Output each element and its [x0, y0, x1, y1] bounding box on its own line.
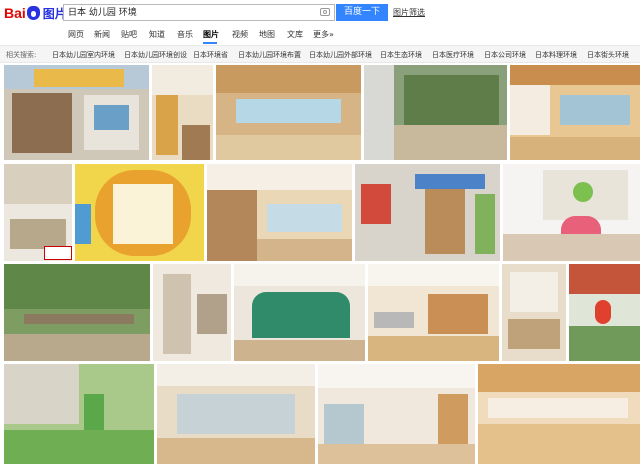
tab-news[interactable]: 新闻 — [94, 29, 110, 40]
result-thumbnail[interactable] — [4, 264, 150, 361]
related-item[interactable]: 日本幼儿园环境布置 — [238, 50, 301, 60]
result-thumbnail[interactable] — [234, 264, 365, 361]
result-thumbnail[interactable] — [75, 164, 204, 261]
related-item[interactable]: 日本生态环境 — [380, 50, 422, 60]
related-item[interactable]: 日本医疗环境 — [432, 50, 474, 60]
image-results-grid — [0, 64, 640, 464]
tab-tieba[interactable]: 贴吧 — [121, 29, 137, 40]
tab-images[interactable]: 图片 — [203, 29, 219, 40]
tab-wenku[interactable]: 文库 — [287, 29, 303, 40]
related-item[interactable]: 日本幼儿园外部环境 — [309, 50, 372, 60]
result-thumbnail[interactable] — [478, 364, 640, 464]
baidu-image-logo[interactable]: Bai 图片 — [4, 3, 67, 23]
related-item[interactable]: 日本幼儿园室内环境 — [52, 50, 115, 60]
search-button[interactable]: 百度一下 — [336, 4, 388, 21]
result-thumbnail[interactable] — [502, 264, 566, 361]
tab-more[interactable]: 更多» — [313, 29, 334, 40]
tab-map[interactable]: 地图 — [259, 29, 275, 40]
related-item[interactable]: 日本公司环境 — [484, 50, 526, 60]
result-thumbnail[interactable] — [157, 364, 315, 464]
tab-music[interactable]: 音乐 — [177, 29, 193, 40]
result-thumbnail[interactable] — [510, 65, 640, 160]
camera-icon[interactable] — [320, 8, 330, 16]
nav-tabs: 网页 新闻 贴吧 知道 音乐 图片 视频 地图 文库 更多» — [0, 26, 640, 45]
related-item[interactable]: 日本街头环境 — [587, 50, 629, 60]
result-thumbnail[interactable] — [503, 164, 640, 261]
tab-zhidao[interactable]: 知道 — [149, 29, 165, 40]
related-label: 相关搜索: — [6, 51, 37, 59]
related-searches-bar: 相关搜索: 日本幼儿园室内环境 日本幼儿园环境创设 日本环境省 日本幼儿园环境布… — [0, 45, 640, 63]
result-thumbnail[interactable] — [4, 364, 154, 464]
result-thumbnail[interactable] — [364, 65, 507, 160]
result-thumbnail[interactable] — [368, 264, 499, 361]
result-thumbnail[interactable] — [216, 65, 361, 160]
result-thumbnail[interactable] — [153, 264, 231, 361]
result-thumbnail[interactable] — [207, 164, 352, 261]
result-thumbnail[interactable] — [318, 364, 475, 464]
tab-video[interactable]: 视频 — [232, 29, 248, 40]
result-thumbnail[interactable] — [569, 264, 640, 361]
result-thumbnail[interactable] — [355, 164, 500, 261]
paw-icon — [26, 6, 40, 20]
active-tab-underline — [203, 42, 217, 44]
top-bar: Bai 图片 日本 幼儿园 环境 百度一下 图片筛选 — [0, 0, 640, 26]
search-query: 日本 幼儿园 环境 — [68, 8, 137, 18]
result-thumbnail[interactable] — [4, 65, 149, 160]
image-filter-link[interactable]: 图片筛选 — [393, 7, 425, 18]
related-item[interactable]: 日本幼儿园环境创设 — [124, 50, 187, 60]
related-item[interactable]: 日本料理环境 — [535, 50, 577, 60]
result-thumbnail[interactable] — [4, 164, 72, 261]
related-item[interactable]: 日本环境省 — [193, 50, 228, 60]
result-thumbnail[interactable] — [152, 65, 213, 160]
logo-text-bai: Bai — [4, 5, 26, 21]
search-input[interactable]: 日本 幼儿园 环境 — [63, 4, 335, 21]
tab-web[interactable]: 网页 — [68, 29, 84, 40]
